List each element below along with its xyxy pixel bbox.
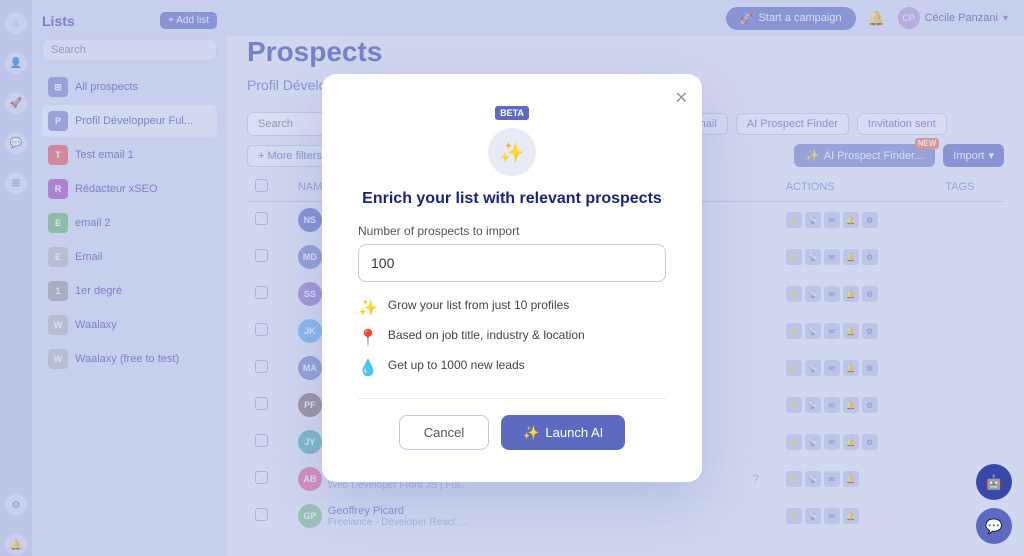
chat-icon: 💬 xyxy=(985,518,1002,535)
beta-area: BETA xyxy=(358,106,666,120)
modal-actions: Cancel ✨ Launch AI xyxy=(358,415,666,450)
feature-item: ✨ Grow your list from just 10 profiles xyxy=(358,298,666,318)
modal-icon-area: ✨ xyxy=(358,128,666,182)
enrich-modal: ✕ BETA ✨ Enrich your list with relevant … xyxy=(322,74,702,482)
modal-overlay: ✕ BETA ✨ Enrich your list with relevant … xyxy=(0,0,1024,556)
modal-features: ✨ Grow your list from just 10 profiles 📍… xyxy=(358,298,666,378)
beta-badge: BETA xyxy=(495,106,529,120)
launch-ai-button[interactable]: ✨ Launch AI xyxy=(501,415,625,450)
feature-text: Based on job title, industry & location xyxy=(388,328,585,342)
feature-item: 📍 Based on job title, industry & locatio… xyxy=(358,328,666,348)
modal-divider xyxy=(358,398,666,399)
sparkle-launch-icon: ✨ xyxy=(523,425,539,441)
sparkle-feature-icon: ✨ xyxy=(358,298,378,318)
fab-area: 🤖 💬 xyxy=(976,464,1012,544)
number-label: Number of prospects to import xyxy=(358,224,666,238)
chat-fab-button[interactable]: 💬 xyxy=(976,508,1012,544)
feature-item: 💧 Get up to 1000 new leads xyxy=(358,358,666,378)
modal-title: Enrich your list with relevant prospects xyxy=(358,190,666,208)
ai-icon: 🤖 xyxy=(985,474,1002,491)
ai-fab-button[interactable]: 🤖 xyxy=(976,464,1012,500)
location-feature-icon: 📍 xyxy=(358,328,378,348)
magic-wand-icon: ✨ xyxy=(488,128,536,176)
feature-text: Grow your list from just 10 profiles xyxy=(388,298,569,312)
modal-close-button[interactable]: ✕ xyxy=(675,88,688,108)
feature-text: Get up to 1000 new leads xyxy=(388,358,525,372)
cancel-button[interactable]: Cancel xyxy=(399,415,489,450)
prospects-count-input[interactable] xyxy=(358,244,666,282)
drop-feature-icon: 💧 xyxy=(358,358,378,378)
